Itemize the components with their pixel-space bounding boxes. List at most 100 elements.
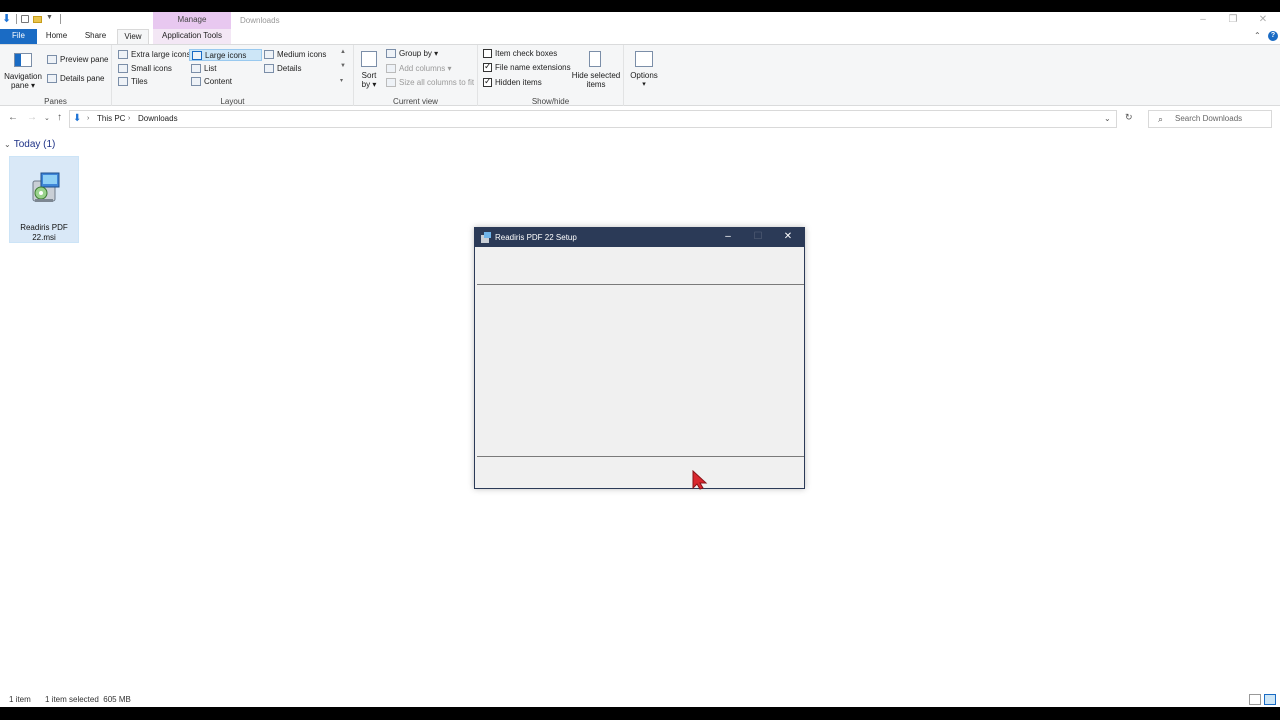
collapse-ribbon-icon[interactable]: ⌃ (1254, 31, 1261, 40)
large-icons-view-icon[interactable] (1264, 694, 1276, 705)
layout-medium-icons[interactable]: Medium icons (264, 50, 326, 59)
installer-icon (481, 232, 491, 243)
downloads-arrow-icon[interactable]: ⬇ (2, 14, 12, 25)
recent-locations-chevron-icon[interactable]: ⌄ (44, 114, 50, 122)
options-group: Options ▾ (624, 45, 664, 107)
screen: ⬇ ▼ Manage Downloads – ❐ ✕ File Home Sha… (0, 0, 1280, 720)
dialog-minimize-button[interactable]: – (713, 228, 743, 247)
layout-content[interactable]: Content (191, 77, 232, 86)
large-icons-label: Large icons (205, 50, 247, 60)
list-label: List (204, 64, 217, 73)
file-name: Readiris PDF 22.msi (10, 223, 78, 243)
breadcrumb-this-pc[interactable]: This PC (97, 111, 125, 127)
window-title: Downloads (240, 16, 280, 25)
tab-view[interactable]: View (117, 29, 149, 44)
file-name-extensions-toggle[interactable]: File name extensions (483, 61, 571, 72)
layout-details[interactable]: Details (264, 64, 301, 73)
hidden-items-label: Hidden items (495, 78, 542, 87)
extra-large-icons-icon (118, 50, 128, 59)
preview-pane-button[interactable]: Preview pane (47, 55, 108, 64)
close-button[interactable]: ✕ (1248, 12, 1278, 29)
up-arrow-icon[interactable]: ↑ (57, 112, 62, 123)
search-box[interactable]: ⌕ Search Downloads (1148, 110, 1272, 128)
tiles-label: Tiles (131, 77, 148, 86)
tiles-icon (118, 77, 128, 86)
details-pane-icon (47, 74, 57, 83)
title-bar: ⬇ ▼ Manage Downloads – ❐ ✕ (0, 12, 1280, 29)
layout-scroll-up-icon[interactable]: ▲ (340, 49, 346, 55)
size-all-columns-button: Size all columns to fit (386, 78, 474, 87)
back-arrow-icon[interactable]: ← (8, 112, 18, 123)
dialog-footer-divider (477, 456, 804, 457)
dialog-maximize-button: ☐ (753, 231, 763, 242)
restore-button[interactable]: ❐ (1218, 12, 1248, 29)
ribbon: Navigation pane ▾ Preview pane Details p… (0, 44, 1280, 107)
dialog-title-bar[interactable]: Readiris PDF 22 Setup – ☐ ✕ (475, 228, 804, 247)
size-all-columns-label: Size all columns to fit (399, 78, 475, 87)
dialog-title: Readiris PDF 22 Setup (495, 233, 577, 242)
setup-dialog: Readiris PDF 22 Setup – ☐ ✕ (474, 227, 805, 489)
hidden-items-toggle[interactable]: Hidden items (483, 76, 542, 87)
dialog-close-button[interactable]: ✕ (773, 228, 803, 247)
item-check-boxes-label: Item check boxes (495, 49, 558, 58)
manage-contextual-tab[interactable]: Manage (153, 12, 231, 29)
sort-by-button[interactable]: Sort by ▾ (358, 49, 380, 91)
group-header-label: Today (1) (13, 139, 56, 150)
options-label: Options (630, 71, 658, 80)
current-view-group-label: Current view (393, 97, 438, 106)
options-caret-icon: ▾ (642, 81, 646, 88)
file-name-line-2: 22.msi (32, 233, 56, 242)
details-view-icon[interactable] (1249, 694, 1261, 705)
options-button[interactable]: Options ▾ (626, 49, 662, 91)
small-icons-icon (118, 64, 128, 73)
breadcrumb-downloads[interactable]: Downloads (138, 111, 178, 127)
layout-extra-large-icons[interactable]: Extra large icons (118, 50, 191, 59)
layout-large-icons[interactable]: Large icons (189, 49, 262, 61)
address-history-chevron-icon[interactable]: ⌄ (1104, 111, 1111, 127)
layout-list[interactable]: List (191, 64, 216, 73)
item-check-boxes-checkbox[interactable] (483, 49, 492, 58)
navigation-pane-button[interactable]: Navigation pane ▾ (4, 49, 42, 91)
breadcrumb-separator[interactable]: › (128, 111, 130, 127)
panes-group: Navigation pane ▾ Preview pane Details p… (0, 45, 112, 107)
layout-expand-icon[interactable]: ▾ (340, 77, 343, 84)
address-row: ← → ⌄ ↑ ⬇ › This PC › Downloads ⌄ ↻ ⌕ Se… (0, 106, 1280, 132)
file-name-extensions-checkbox[interactable] (483, 61, 492, 72)
help-icon[interactable]: ? (1268, 31, 1278, 41)
qat-separator (60, 14, 61, 24)
show-hide-group-label: Show/hide (531, 97, 570, 106)
tab-application-tools[interactable]: Application Tools (153, 29, 231, 44)
properties-icon[interactable] (21, 15, 29, 23)
dialog-header-divider (477, 284, 804, 285)
group-header-today[interactable]: ⌄ Today (1) (4, 139, 55, 150)
mouse-pointer-icon (692, 470, 708, 490)
preview-pane-icon (47, 55, 57, 64)
status-selection: 1 item selected 605 MB (45, 695, 131, 704)
customize-qat-icon[interactable]: ▼ (46, 14, 56, 24)
details-pane-label: Details pane (60, 74, 105, 83)
hidden-items-checkbox[interactable] (483, 76, 492, 87)
item-check-boxes-toggle[interactable]: Item check boxes (483, 49, 557, 58)
layout-small-icons[interactable]: Small icons (118, 64, 172, 73)
tab-file[interactable]: File (0, 29, 37, 44)
breadcrumb-separator[interactable]: › (87, 111, 89, 127)
medium-icons-icon (264, 50, 274, 59)
group-by-icon (386, 49, 396, 58)
address-bar[interactable]: ⬇ › This PC › Downloads ⌄ (69, 110, 1117, 128)
hide-selected-items-button[interactable]: Hide selected items (571, 49, 621, 91)
layout-scroll-down-icon[interactable]: ▼ (340, 63, 346, 69)
tab-home[interactable]: Home (40, 29, 73, 44)
msi-installer-icon (32, 172, 60, 202)
forward-arrow-icon[interactable]: → (27, 112, 37, 123)
details-pane-button[interactable]: Details pane (47, 74, 104, 83)
navigation-pane-label-2: pane ▾ (10, 81, 36, 90)
layout-tiles[interactable]: Tiles (118, 77, 148, 86)
collapse-group-chevron-icon[interactable]: ⌄ (4, 140, 11, 149)
refresh-icon[interactable]: ↻ (1125, 112, 1133, 123)
tab-share[interactable]: Share (79, 29, 112, 44)
minimize-button[interactable]: – (1188, 12, 1218, 29)
new-folder-icon[interactable] (33, 16, 42, 23)
file-item-readiris-pdf-22-msi[interactable]: Readiris PDF 22.msi (9, 156, 79, 243)
group-by-button[interactable]: Group by ▾ (386, 49, 438, 58)
quick-access-toolbar: ⬇ ▼ (2, 14, 61, 25)
